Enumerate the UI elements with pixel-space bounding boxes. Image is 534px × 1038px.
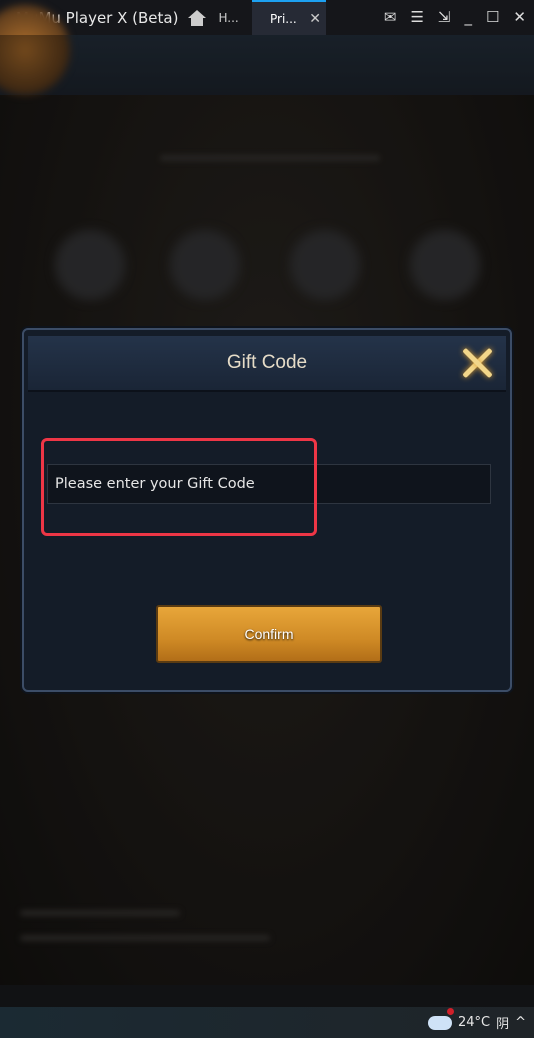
windows-taskbar: 24°C 阴 ^: [0, 1007, 534, 1038]
tab-home[interactable]: H...: [218, 11, 252, 25]
gift-code-input[interactable]: Please enter your Gift Code: [47, 464, 491, 504]
resize-icon[interactable]: ⇲: [438, 8, 451, 26]
android-nav-bar: [0, 985, 534, 1007]
close-icon[interactable]: ✕: [513, 8, 526, 26]
tab-active[interactable]: Pri... ✕: [252, 0, 326, 35]
mail-icon[interactable]: ✉: [384, 8, 397, 26]
tab-label: Pri...: [270, 11, 297, 26]
dialog-title: Gift Code: [226, 352, 308, 373]
cloud-icon: [427, 1007, 454, 1030]
confirm-button[interactable]: Confirm: [156, 605, 382, 663]
temperature: 24°C: [457, 1015, 491, 1030]
title-bar: MuMu Player X (Beta) H... Pri... ✕ ✉ ☰ ⇲ …: [0, 0, 534, 35]
chevron-up-icon[interactable]: ^: [515, 1015, 526, 1030]
maximize-icon[interactable]: ☐: [486, 8, 499, 26]
minimize-icon[interactable]: _: [464, 8, 472, 26]
dialog-header: Gift Code: [28, 336, 506, 392]
tab-close-icon[interactable]: ✕: [309, 11, 321, 27]
home-icon[interactable]: [188, 9, 207, 26]
close-dialog-icon[interactable]: [460, 346, 494, 380]
gift-code-dialog: Gift Code Please enter your Gift Code Co…: [22, 328, 512, 692]
menu-icon[interactable]: ☰: [410, 8, 423, 26]
weather-text: 阴: [496, 1017, 510, 1032]
